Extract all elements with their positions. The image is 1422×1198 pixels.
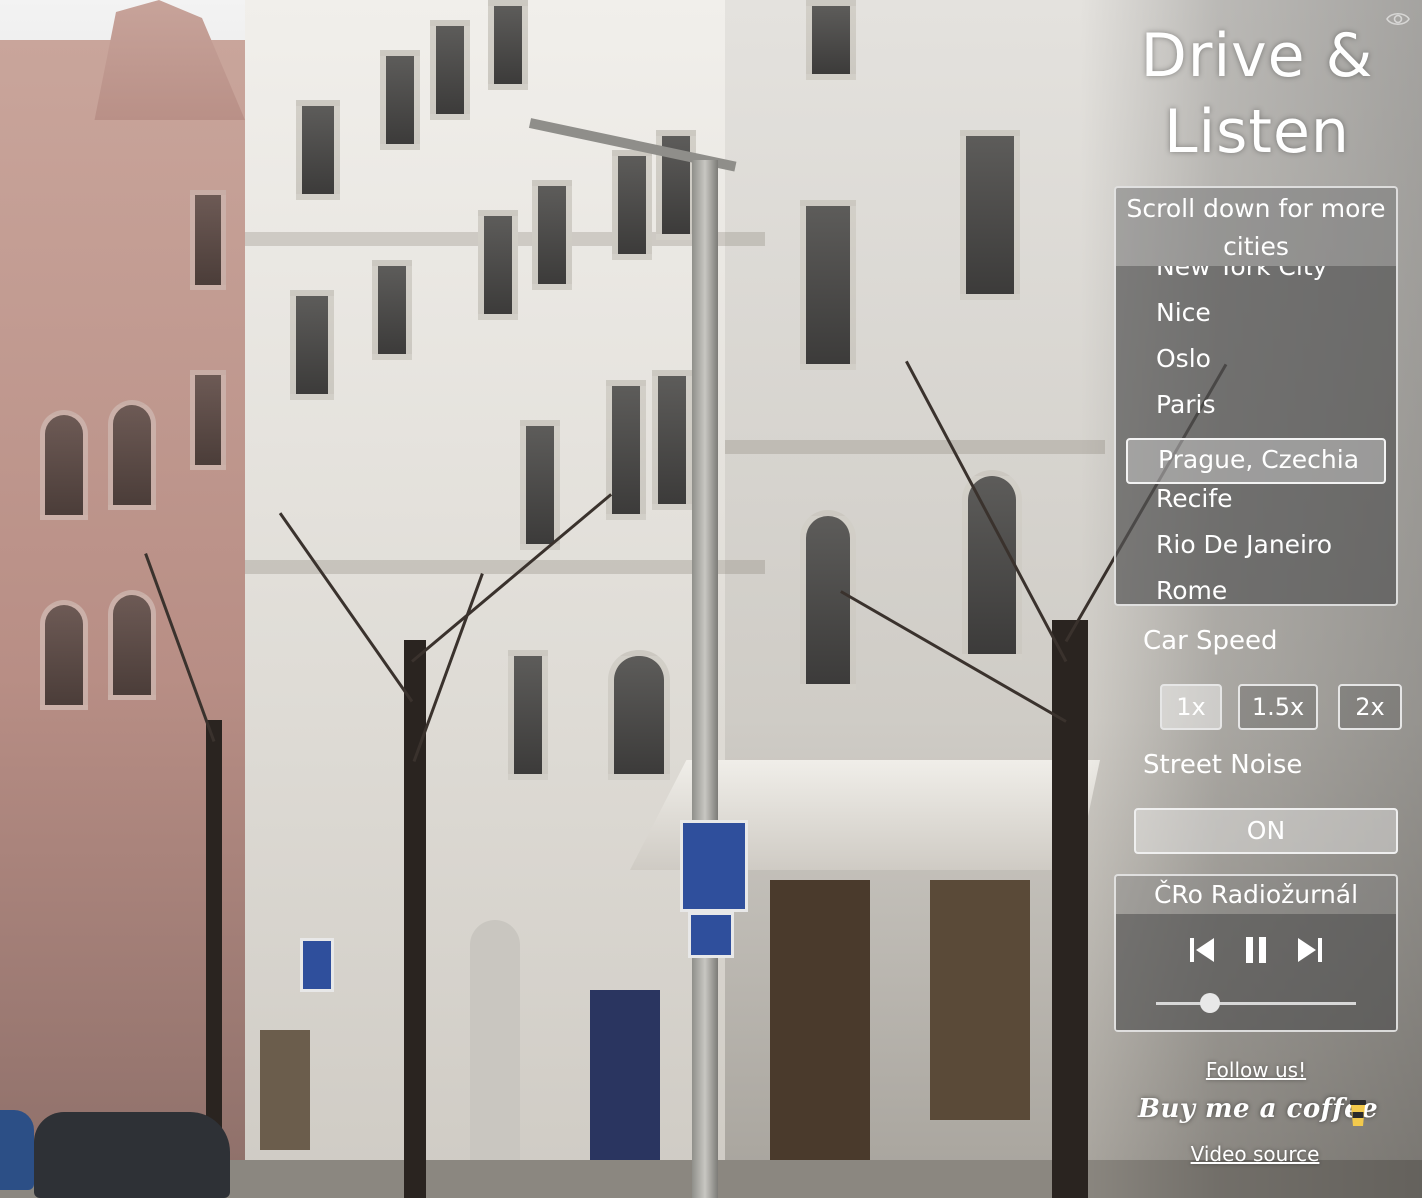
speed-2x-button[interactable]: 2x: [1338, 684, 1402, 730]
city-item-rio-de-janeiro[interactable]: Rio De Janeiro: [1116, 532, 1396, 578]
video-source-link[interactable]: Video source: [1180, 1142, 1330, 1166]
city-scroll-hint: Scroll down for more cities: [1116, 188, 1396, 266]
skip-next-icon[interactable]: [1294, 934, 1326, 966]
app-title-line-1: Drive &: [1140, 21, 1374, 91]
volume-slider-knob[interactable]: [1200, 993, 1220, 1013]
follow-us-link[interactable]: Follow us!: [1196, 1058, 1316, 1082]
pause-icon[interactable]: [1240, 934, 1272, 966]
skip-previous-icon[interactable]: [1186, 934, 1218, 966]
city-item-rome[interactable]: Rome: [1116, 578, 1396, 604]
city-selector[interactable]: Scroll down for more cities New York Cit…: [1114, 186, 1398, 606]
coffee-cup-icon[interactable]: [1348, 1098, 1368, 1128]
city-item-prague-selected[interactable]: Prague, Czechia: [1126, 438, 1386, 484]
street-noise-toggle[interactable]: ON: [1134, 808, 1398, 854]
buy-me-a-coffee-link[interactable]: Buy me a coffee: [1138, 1094, 1378, 1124]
control-panel: Drive & Listen Scroll down for more citi…: [0, 0, 1422, 1198]
volume-slider-track[interactable]: [1156, 1002, 1356, 1005]
city-item-new-york-city[interactable]: New York City: [1116, 266, 1396, 300]
city-item-paris[interactable]: Paris: [1116, 392, 1396, 438]
player-controls: [1116, 914, 1396, 1030]
speed-1-5x-button[interactable]: 1.5x: [1238, 684, 1318, 730]
speed-1x-button[interactable]: 1x: [1160, 684, 1222, 730]
city-item-oslo[interactable]: Oslo: [1116, 346, 1396, 392]
city-item-recife[interactable]: Recife: [1116, 486, 1396, 532]
station-name: ČRo Radiožurnál: [1153, 880, 1359, 909]
radio-player: ČRo Radiožurnál: [1114, 874, 1398, 1032]
city-list[interactable]: New York City Nice Oslo Paris Prague, Cz…: [1116, 266, 1396, 604]
app-title: Drive & Listen: [1116, 18, 1398, 170]
app-title-line-2: Listen: [1164, 97, 1350, 167]
city-item-nice[interactable]: Nice: [1116, 300, 1396, 346]
eye-icon[interactable]: [1386, 10, 1410, 28]
street-noise-label: Street Noise: [1143, 750, 1303, 780]
car-speed-label: Car Speed: [1143, 626, 1278, 656]
